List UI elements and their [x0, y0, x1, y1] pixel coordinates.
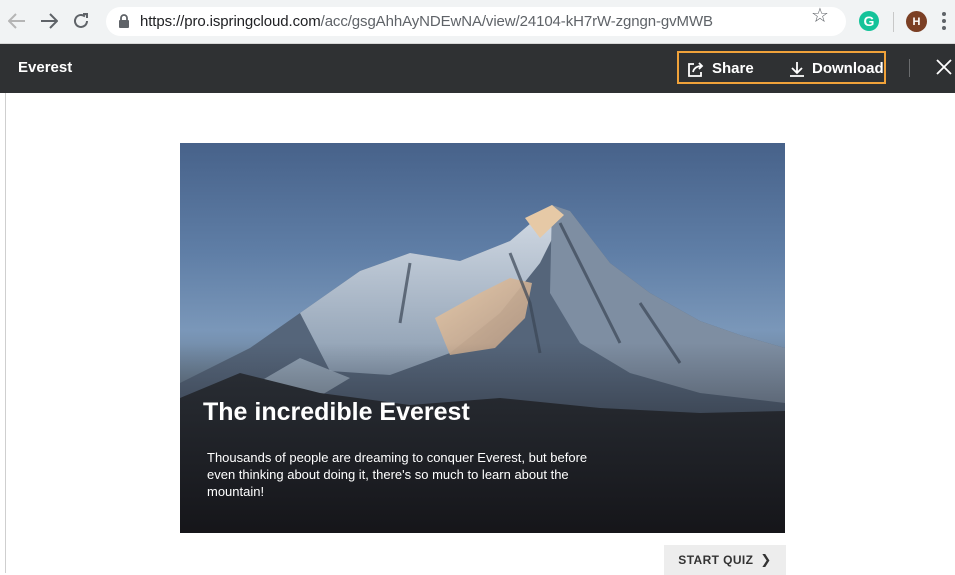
- share-label: Share: [712, 60, 754, 77]
- toolbar-divider: [893, 12, 894, 32]
- cover-slide: The incredible Everest Thousands of peop…: [180, 143, 785, 533]
- menu-icon[interactable]: [942, 12, 946, 32]
- close-icon[interactable]: [935, 58, 953, 81]
- slide-title: The incredible Everest: [203, 398, 470, 426]
- url-text: https://pro.ispringcloud.com/acc/gsgAhhA…: [140, 13, 713, 30]
- reload-icon[interactable]: [68, 8, 94, 34]
- start-quiz-button[interactable]: START QUIZ ❯: [664, 545, 786, 575]
- viewer-header: Everest Share Download: [0, 44, 955, 93]
- address-bar[interactable]: https://pro.ispringcloud.com/acc/gsgAhhA…: [106, 7, 846, 36]
- slide-description: Thousands of people are dreaming to conq…: [207, 450, 588, 499]
- download-button[interactable]: Download: [789, 60, 884, 77]
- chevron-right-icon: ❯: [760, 552, 772, 567]
- header-divider: [909, 59, 910, 77]
- share-button[interactable]: Share: [687, 60, 754, 77]
- back-arrow-icon[interactable]: [4, 8, 30, 34]
- start-quiz-label: START QUIZ: [678, 553, 754, 567]
- download-icon: [790, 61, 804, 77]
- content-border: [5, 93, 6, 573]
- lock-icon: [119, 14, 129, 28]
- download-label: Download: [812, 60, 884, 77]
- page-title: Everest: [18, 59, 73, 76]
- share-download-group: Share Download: [677, 51, 886, 84]
- share-icon: [688, 61, 704, 77]
- url-host: https://pro.ispringcloud.com: [140, 13, 321, 30]
- url-path: /acc/gsgAhhAyNDEwNA/view/24104-kH7rW-zgn…: [320, 13, 713, 30]
- forward-arrow-icon[interactable]: [36, 8, 62, 34]
- browser-toolbar: https://pro.ispringcloud.com/acc/gsgAhhA…: [0, 0, 955, 44]
- star-icon[interactable]: ☆: [811, 6, 829, 26]
- avatar[interactable]: H: [906, 11, 927, 32]
- grammarly-icon[interactable]: G: [859, 11, 879, 31]
